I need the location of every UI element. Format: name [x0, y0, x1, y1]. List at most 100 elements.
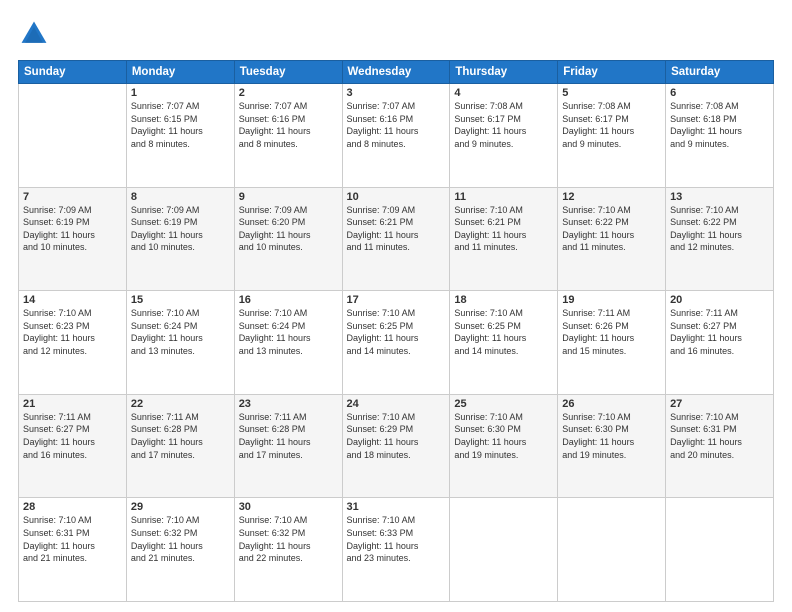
- logo: [18, 18, 54, 50]
- calendar-cell: [558, 498, 666, 602]
- calendar-cell: 31Sunrise: 7:10 AM Sunset: 6:33 PM Dayli…: [342, 498, 450, 602]
- day-info: Sunrise: 7:10 AM Sunset: 6:30 PM Dayligh…: [562, 411, 661, 461]
- day-number: 19: [562, 294, 661, 306]
- calendar-cell: 30Sunrise: 7:10 AM Sunset: 6:32 PM Dayli…: [234, 498, 342, 602]
- weekday-header: Friday: [558, 61, 666, 84]
- day-number: 24: [347, 398, 446, 410]
- day-info: Sunrise: 7:10 AM Sunset: 6:32 PM Dayligh…: [131, 514, 230, 564]
- calendar-week-row: 28Sunrise: 7:10 AM Sunset: 6:31 PM Dayli…: [19, 498, 774, 602]
- day-info: Sunrise: 7:10 AM Sunset: 6:22 PM Dayligh…: [670, 204, 769, 254]
- calendar-week-row: 7Sunrise: 7:09 AM Sunset: 6:19 PM Daylig…: [19, 187, 774, 291]
- day-info: Sunrise: 7:07 AM Sunset: 6:16 PM Dayligh…: [347, 100, 446, 150]
- weekday-header: Saturday: [666, 61, 774, 84]
- calendar-cell: 24Sunrise: 7:10 AM Sunset: 6:29 PM Dayli…: [342, 394, 450, 498]
- day-number: 10: [347, 191, 446, 203]
- calendar-cell: 4Sunrise: 7:08 AM Sunset: 6:17 PM Daylig…: [450, 84, 558, 188]
- calendar-cell: 10Sunrise: 7:09 AM Sunset: 6:21 PM Dayli…: [342, 187, 450, 291]
- day-number: 13: [670, 191, 769, 203]
- day-info: Sunrise: 7:07 AM Sunset: 6:16 PM Dayligh…: [239, 100, 338, 150]
- day-number: 31: [347, 501, 446, 513]
- day-number: 23: [239, 398, 338, 410]
- calendar-cell: 17Sunrise: 7:10 AM Sunset: 6:25 PM Dayli…: [342, 291, 450, 395]
- day-info: Sunrise: 7:09 AM Sunset: 6:20 PM Dayligh…: [239, 204, 338, 254]
- day-info: Sunrise: 7:10 AM Sunset: 6:22 PM Dayligh…: [562, 204, 661, 254]
- calendar-cell: [666, 498, 774, 602]
- day-number: 26: [562, 398, 661, 410]
- day-number: 16: [239, 294, 338, 306]
- calendar-cell: 26Sunrise: 7:10 AM Sunset: 6:30 PM Dayli…: [558, 394, 666, 498]
- day-info: Sunrise: 7:08 AM Sunset: 6:17 PM Dayligh…: [562, 100, 661, 150]
- calendar-cell: 1Sunrise: 7:07 AM Sunset: 6:15 PM Daylig…: [126, 84, 234, 188]
- day-number: 22: [131, 398, 230, 410]
- calendar-cell: 13Sunrise: 7:10 AM Sunset: 6:22 PM Dayli…: [666, 187, 774, 291]
- calendar-week-row: 14Sunrise: 7:10 AM Sunset: 6:23 PM Dayli…: [19, 291, 774, 395]
- calendar-table: SundayMondayTuesdayWednesdayThursdayFrid…: [18, 60, 774, 602]
- day-number: 30: [239, 501, 338, 513]
- calendar-cell: 15Sunrise: 7:10 AM Sunset: 6:24 PM Dayli…: [126, 291, 234, 395]
- calendar-cell: 5Sunrise: 7:08 AM Sunset: 6:17 PM Daylig…: [558, 84, 666, 188]
- day-info: Sunrise: 7:11 AM Sunset: 6:28 PM Dayligh…: [239, 411, 338, 461]
- day-info: Sunrise: 7:09 AM Sunset: 6:21 PM Dayligh…: [347, 204, 446, 254]
- weekday-header: Thursday: [450, 61, 558, 84]
- day-info: Sunrise: 7:07 AM Sunset: 6:15 PM Dayligh…: [131, 100, 230, 150]
- day-info: Sunrise: 7:10 AM Sunset: 6:33 PM Dayligh…: [347, 514, 446, 564]
- day-number: 27: [670, 398, 769, 410]
- logo-icon: [18, 18, 50, 50]
- calendar-cell: 6Sunrise: 7:08 AM Sunset: 6:18 PM Daylig…: [666, 84, 774, 188]
- day-info: Sunrise: 7:10 AM Sunset: 6:29 PM Dayligh…: [347, 411, 446, 461]
- day-number: 20: [670, 294, 769, 306]
- calendar-cell: 29Sunrise: 7:10 AM Sunset: 6:32 PM Dayli…: [126, 498, 234, 602]
- day-info: Sunrise: 7:10 AM Sunset: 6:31 PM Dayligh…: [670, 411, 769, 461]
- calendar-cell: 3Sunrise: 7:07 AM Sunset: 6:16 PM Daylig…: [342, 84, 450, 188]
- day-info: Sunrise: 7:10 AM Sunset: 6:24 PM Dayligh…: [239, 307, 338, 357]
- day-number: 12: [562, 191, 661, 203]
- day-number: 4: [454, 87, 553, 99]
- calendar-cell: 22Sunrise: 7:11 AM Sunset: 6:28 PM Dayli…: [126, 394, 234, 498]
- day-info: Sunrise: 7:08 AM Sunset: 6:17 PM Dayligh…: [454, 100, 553, 150]
- calendar-cell: 9Sunrise: 7:09 AM Sunset: 6:20 PM Daylig…: [234, 187, 342, 291]
- calendar-cell: 27Sunrise: 7:10 AM Sunset: 6:31 PM Dayli…: [666, 394, 774, 498]
- calendar-cell: 20Sunrise: 7:11 AM Sunset: 6:27 PM Dayli…: [666, 291, 774, 395]
- calendar-cell: 11Sunrise: 7:10 AM Sunset: 6:21 PM Dayli…: [450, 187, 558, 291]
- calendar-cell: [450, 498, 558, 602]
- calendar-week-row: 21Sunrise: 7:11 AM Sunset: 6:27 PM Dayli…: [19, 394, 774, 498]
- calendar-cell: 2Sunrise: 7:07 AM Sunset: 6:16 PM Daylig…: [234, 84, 342, 188]
- calendar-cell: 7Sunrise: 7:09 AM Sunset: 6:19 PM Daylig…: [19, 187, 127, 291]
- calendar-cell: 8Sunrise: 7:09 AM Sunset: 6:19 PM Daylig…: [126, 187, 234, 291]
- calendar-cell: 18Sunrise: 7:10 AM Sunset: 6:25 PM Dayli…: [450, 291, 558, 395]
- day-info: Sunrise: 7:08 AM Sunset: 6:18 PM Dayligh…: [670, 100, 769, 150]
- calendar-cell: [19, 84, 127, 188]
- day-number: 11: [454, 191, 553, 203]
- day-number: 8: [131, 191, 230, 203]
- day-number: 25: [454, 398, 553, 410]
- calendar-header-row: SundayMondayTuesdayWednesdayThursdayFrid…: [19, 61, 774, 84]
- day-number: 7: [23, 191, 122, 203]
- weekday-header: Sunday: [19, 61, 127, 84]
- day-number: 9: [239, 191, 338, 203]
- weekday-header: Tuesday: [234, 61, 342, 84]
- day-number: 14: [23, 294, 122, 306]
- day-number: 29: [131, 501, 230, 513]
- calendar-week-row: 1Sunrise: 7:07 AM Sunset: 6:15 PM Daylig…: [19, 84, 774, 188]
- calendar-cell: 16Sunrise: 7:10 AM Sunset: 6:24 PM Dayli…: [234, 291, 342, 395]
- day-number: 5: [562, 87, 661, 99]
- calendar-cell: 14Sunrise: 7:10 AM Sunset: 6:23 PM Dayli…: [19, 291, 127, 395]
- day-number: 28: [23, 501, 122, 513]
- calendar-cell: 28Sunrise: 7:10 AM Sunset: 6:31 PM Dayli…: [19, 498, 127, 602]
- day-info: Sunrise: 7:10 AM Sunset: 6:30 PM Dayligh…: [454, 411, 553, 461]
- day-number: 18: [454, 294, 553, 306]
- header: [18, 18, 774, 50]
- day-info: Sunrise: 7:10 AM Sunset: 6:23 PM Dayligh…: [23, 307, 122, 357]
- calendar-cell: 19Sunrise: 7:11 AM Sunset: 6:26 PM Dayli…: [558, 291, 666, 395]
- calendar-cell: 12Sunrise: 7:10 AM Sunset: 6:22 PM Dayli…: [558, 187, 666, 291]
- day-number: 2: [239, 87, 338, 99]
- day-info: Sunrise: 7:10 AM Sunset: 6:24 PM Dayligh…: [131, 307, 230, 357]
- day-number: 17: [347, 294, 446, 306]
- day-info: Sunrise: 7:10 AM Sunset: 6:25 PM Dayligh…: [454, 307, 553, 357]
- calendar-cell: 21Sunrise: 7:11 AM Sunset: 6:27 PM Dayli…: [19, 394, 127, 498]
- day-info: Sunrise: 7:11 AM Sunset: 6:28 PM Dayligh…: [131, 411, 230, 461]
- day-number: 15: [131, 294, 230, 306]
- day-info: Sunrise: 7:11 AM Sunset: 6:27 PM Dayligh…: [23, 411, 122, 461]
- day-info: Sunrise: 7:11 AM Sunset: 6:26 PM Dayligh…: [562, 307, 661, 357]
- day-info: Sunrise: 7:10 AM Sunset: 6:25 PM Dayligh…: [347, 307, 446, 357]
